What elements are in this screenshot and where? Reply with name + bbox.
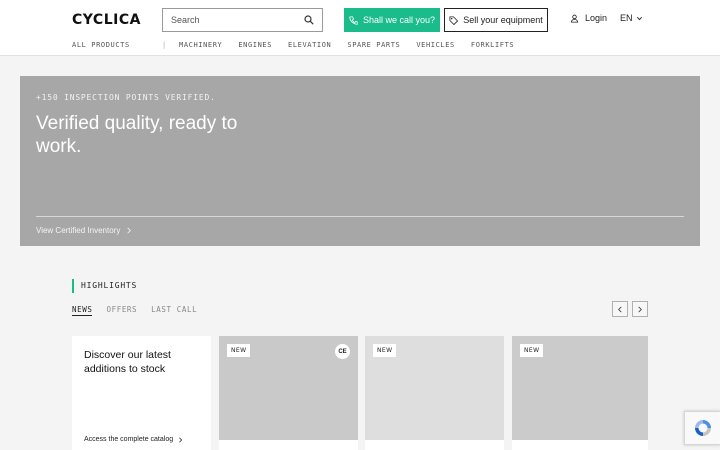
login-label: Login <box>585 13 608 23</box>
tab-last-call[interactable]: LAST CALL <box>151 305 197 316</box>
new-badge: NEW <box>227 344 251 357</box>
highlights-title: HIGHLIGHTS <box>81 281 138 290</box>
highlights-accent-bar <box>72 279 74 293</box>
logo[interactable]: CYCLICA <box>72 12 141 28</box>
site-header: CYCLICA Shall we call you? Sell your equ… <box>0 0 720 56</box>
language-selector[interactable]: EN <box>620 13 643 23</box>
product-card[interactable]: NEW CE <box>219 336 358 440</box>
chevron-left-icon <box>618 306 622 312</box>
hero-cta-label: View Certified Inventory <box>36 226 121 235</box>
search-box[interactable] <box>162 8 323 32</box>
nav-item-spare-parts[interactable]: SPARE PARTS <box>347 41 400 49</box>
chevron-down-icon <box>636 16 642 20</box>
nav-item-engines[interactable]: ENGINES <box>238 41 272 49</box>
search-icon[interactable] <box>304 15 314 25</box>
tag-icon <box>449 15 459 25</box>
nav-all-products[interactable]: ALL PRODUCTS <box>72 41 162 49</box>
nav-item-vehicles[interactable]: VEHICLES <box>416 41 455 49</box>
login-link[interactable]: Login <box>570 13 607 23</box>
highlights-intro-card: Discover our latest additions to stock A… <box>72 336 211 450</box>
nav-item-forklifts[interactable]: FORKLIFTS <box>471 41 514 49</box>
highlights-tabs: NEWS OFFERS LAST CALL <box>72 305 197 316</box>
nav-separator: | <box>162 41 167 49</box>
catalog-link-label: Access the complete catalog <box>84 436 174 443</box>
intro-text: Discover our latest additions to stock <box>84 349 171 375</box>
tab-offers[interactable]: OFFERS <box>106 305 137 316</box>
recaptcha-badge[interactable] <box>684 411 720 445</box>
phone-icon <box>349 15 358 25</box>
product-card[interactable]: NEW <box>365 336 504 440</box>
carousel-next-button[interactable] <box>632 301 648 317</box>
chevron-right-icon <box>127 227 132 234</box>
product-card-footer <box>512 440 648 450</box>
search-input[interactable] <box>171 12 299 28</box>
language-label: EN <box>620 13 633 23</box>
sell-equipment-button[interactable]: Sell your equipment <box>444 8 548 32</box>
product-card-footer <box>219 440 358 450</box>
hero-cta-link[interactable]: View Certified Inventory <box>36 226 132 235</box>
call-me-label: Shall we call you? <box>362 15 436 25</box>
hero-divider <box>36 216 684 217</box>
user-icon <box>570 14 579 23</box>
tab-news[interactable]: NEWS <box>72 305 93 316</box>
hero-banner: +150 INSPECTION POINTS VERIFIED. Verifie… <box>20 76 700 246</box>
sell-equipment-label: Sell your equipment <box>463 15 543 25</box>
product-card-footer <box>365 440 504 450</box>
new-badge: NEW <box>373 344 397 357</box>
chevron-right-icon <box>638 306 642 312</box>
category-nav: ALL PRODUCTS | MACHINERY ENGINES ELEVATI… <box>72 41 530 49</box>
product-card[interactable]: NEW <box>512 336 648 440</box>
call-me-button[interactable]: Shall we call you? <box>344 8 440 32</box>
nav-item-elevation[interactable]: ELEVATION <box>288 41 331 49</box>
carousel-prev-button[interactable] <box>612 301 628 317</box>
ce-certification-icon: CE <box>335 344 350 359</box>
catalog-link[interactable]: Access the complete catalog <box>84 436 183 443</box>
new-badge: NEW <box>520 344 544 357</box>
hero-kicker: +150 INSPECTION POINTS VERIFIED. <box>36 93 216 102</box>
hero-title: Verified quality, ready to work. <box>36 113 238 157</box>
chevron-right-icon <box>179 436 183 443</box>
nav-item-machinery[interactable]: MACHINERY <box>179 41 222 49</box>
recaptcha-icon <box>694 420 711 436</box>
